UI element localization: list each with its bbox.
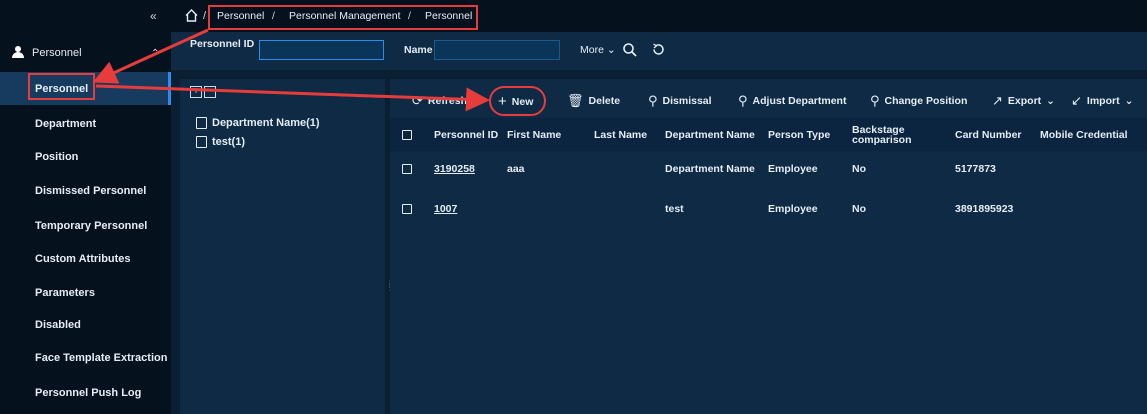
sidebar-item-position[interactable]: Position (0, 140, 171, 173)
tree-node-label: Department Name(1) (212, 117, 320, 129)
chevron-down-icon: ⌄ (606, 44, 616, 56)
module-personnel[interactable]: Personnel ⌃ (0, 40, 171, 66)
change-position-label: Change Position (884, 95, 968, 107)
cell-card-number: 5177873 (955, 163, 996, 175)
tree-node-label: test(1) (212, 136, 246, 148)
column-header[interactable]: Department Name (665, 118, 755, 151)
cell-card-number: 3891895923 (955, 203, 1014, 215)
column-header[interactable]: Card Number (955, 118, 1022, 151)
cell-department-name: Department Name (665, 163, 755, 175)
delete-button[interactable]: 🗑 Delete (567, 93, 620, 109)
filter-bar: Personnel ID Name More ⌄ (171, 32, 1147, 70)
breadcrumb-separator: / (203, 10, 207, 22)
module-label: Personnel (32, 47, 82, 59)
dismissal-label: Dismissal (662, 95, 712, 107)
chevron-down-icon: ⌄ (1124, 95, 1134, 107)
sidebar-item-custom-attributes[interactable]: Custom Attributes (0, 242, 171, 275)
personnel-id-label: Personnel ID (190, 38, 255, 50)
cell-backstage-comparison: No (852, 163, 866, 175)
chevron-down-icon: ⌄ (1046, 95, 1055, 107)
cell-first-name: aaa (507, 163, 525, 175)
row-checkbox[interactable] (402, 204, 412, 214)
collapse-sidebar-icon[interactable]: « (150, 9, 157, 23)
sidebar-item-department[interactable]: Department (0, 107, 171, 140)
column-header[interactable]: First Name (507, 118, 561, 151)
column-header[interactable]: Backstage comparison (852, 118, 922, 151)
cell-person-type: Employee (768, 163, 818, 175)
sidebar-personnel-highlight (28, 73, 95, 100)
cell-person-type: Employee (768, 203, 818, 215)
sidebar: « Personnel ⌃ Personnel Department Posit… (0, 0, 171, 414)
row-checkbox[interactable] (402, 164, 412, 174)
user-position-icon: ⚲ (870, 93, 880, 108)
expand-all-icon[interactable]: + (190, 86, 202, 98)
person-icon (12, 46, 24, 58)
adjust-department-button[interactable]: ⚲ Adjust Department (738, 93, 846, 109)
sidebar-item-parameters[interactable]: Parameters (0, 276, 171, 309)
folder-icon (196, 117, 207, 129)
sidebar-item-personnel-push-log[interactable]: Personnel Push Log (0, 376, 171, 409)
sidebar-item-dismissed-personnel[interactable]: Dismissed Personnel (0, 174, 171, 207)
column-header[interactable]: Last Name (594, 118, 647, 151)
tree-node-test[interactable]: test(1) (196, 136, 245, 148)
import-icon: ↙ (1071, 93, 1082, 108)
search-icon[interactable] (622, 42, 638, 58)
name-input[interactable] (434, 40, 560, 60)
personnel-id-input[interactable] (259, 40, 384, 60)
collapse-all-icon[interactable]: − (204, 86, 216, 98)
column-header[interactable]: Mobile Credential (1040, 118, 1128, 151)
home-icon[interactable] (185, 9, 198, 22)
column-header[interactable]: Person Type (768, 118, 830, 151)
more-filters-button[interactable]: More ⌄ (580, 44, 616, 56)
personnel-id-link[interactable]: 1007 (434, 190, 457, 228)
name-label: Name (404, 44, 433, 56)
user-transfer-icon: ⚲ (738, 93, 748, 108)
refresh-button[interactable]: ⟳ Refresh (412, 93, 467, 109)
delete-label: Delete (588, 95, 621, 107)
table-row[interactable]: 1007 test Employee No 3891895923 (390, 190, 1147, 228)
tree-tools: + − (190, 86, 216, 98)
sidebar-item-face-template-extraction[interactable]: Face Template Extraction (0, 341, 171, 374)
cell-backstage-comparison: No (852, 203, 866, 215)
select-all-checkbox[interactable] (402, 130, 412, 140)
trash-icon: 🗑 (567, 93, 584, 108)
table-header: Personnel ID First Name Last Name Depart… (390, 118, 1147, 151)
export-label: Export (1007, 95, 1042, 107)
department-tree-panel: + − Department Name(1) test(1) (180, 79, 385, 414)
tree-node-department-name[interactable]: Department Name(1) (196, 117, 320, 129)
cell-department-name: test (665, 203, 684, 215)
export-button[interactable]: ↗ Export ⌄ (992, 93, 1055, 109)
sidebar-item-temporary-personnel[interactable]: Temporary Personnel (0, 209, 171, 242)
refresh-icon[interactable] (651, 42, 666, 57)
dismissal-button[interactable]: ⚲ Dismissal (648, 93, 712, 109)
user-remove-icon: ⚲ (648, 93, 658, 108)
table-row[interactable]: 3190258 aaa Department Name Employee No … (390, 150, 1147, 188)
chevron-up-icon: ⌃ (151, 48, 160, 59)
refresh-icon: ⟳ (412, 93, 423, 108)
breadcrumb-highlight (208, 5, 478, 30)
import-label: Import (1086, 95, 1120, 107)
folder-icon (196, 136, 207, 148)
personnel-id-link[interactable]: 3190258 (434, 150, 475, 188)
refresh-label: Refresh (427, 95, 468, 107)
export-icon: ↗ (992, 93, 1003, 108)
sidebar-item-disabled[interactable]: Disabled (0, 308, 171, 341)
change-position-button[interactable]: ⚲ Change Position (870, 93, 967, 109)
more-label: More (580, 44, 604, 56)
column-header[interactable]: Personnel ID (434, 118, 498, 151)
new-button-highlight (489, 86, 546, 116)
import-button[interactable]: ↙ Import ⌄ (1071, 93, 1133, 109)
adjust-department-label: Adjust Department (752, 95, 847, 107)
